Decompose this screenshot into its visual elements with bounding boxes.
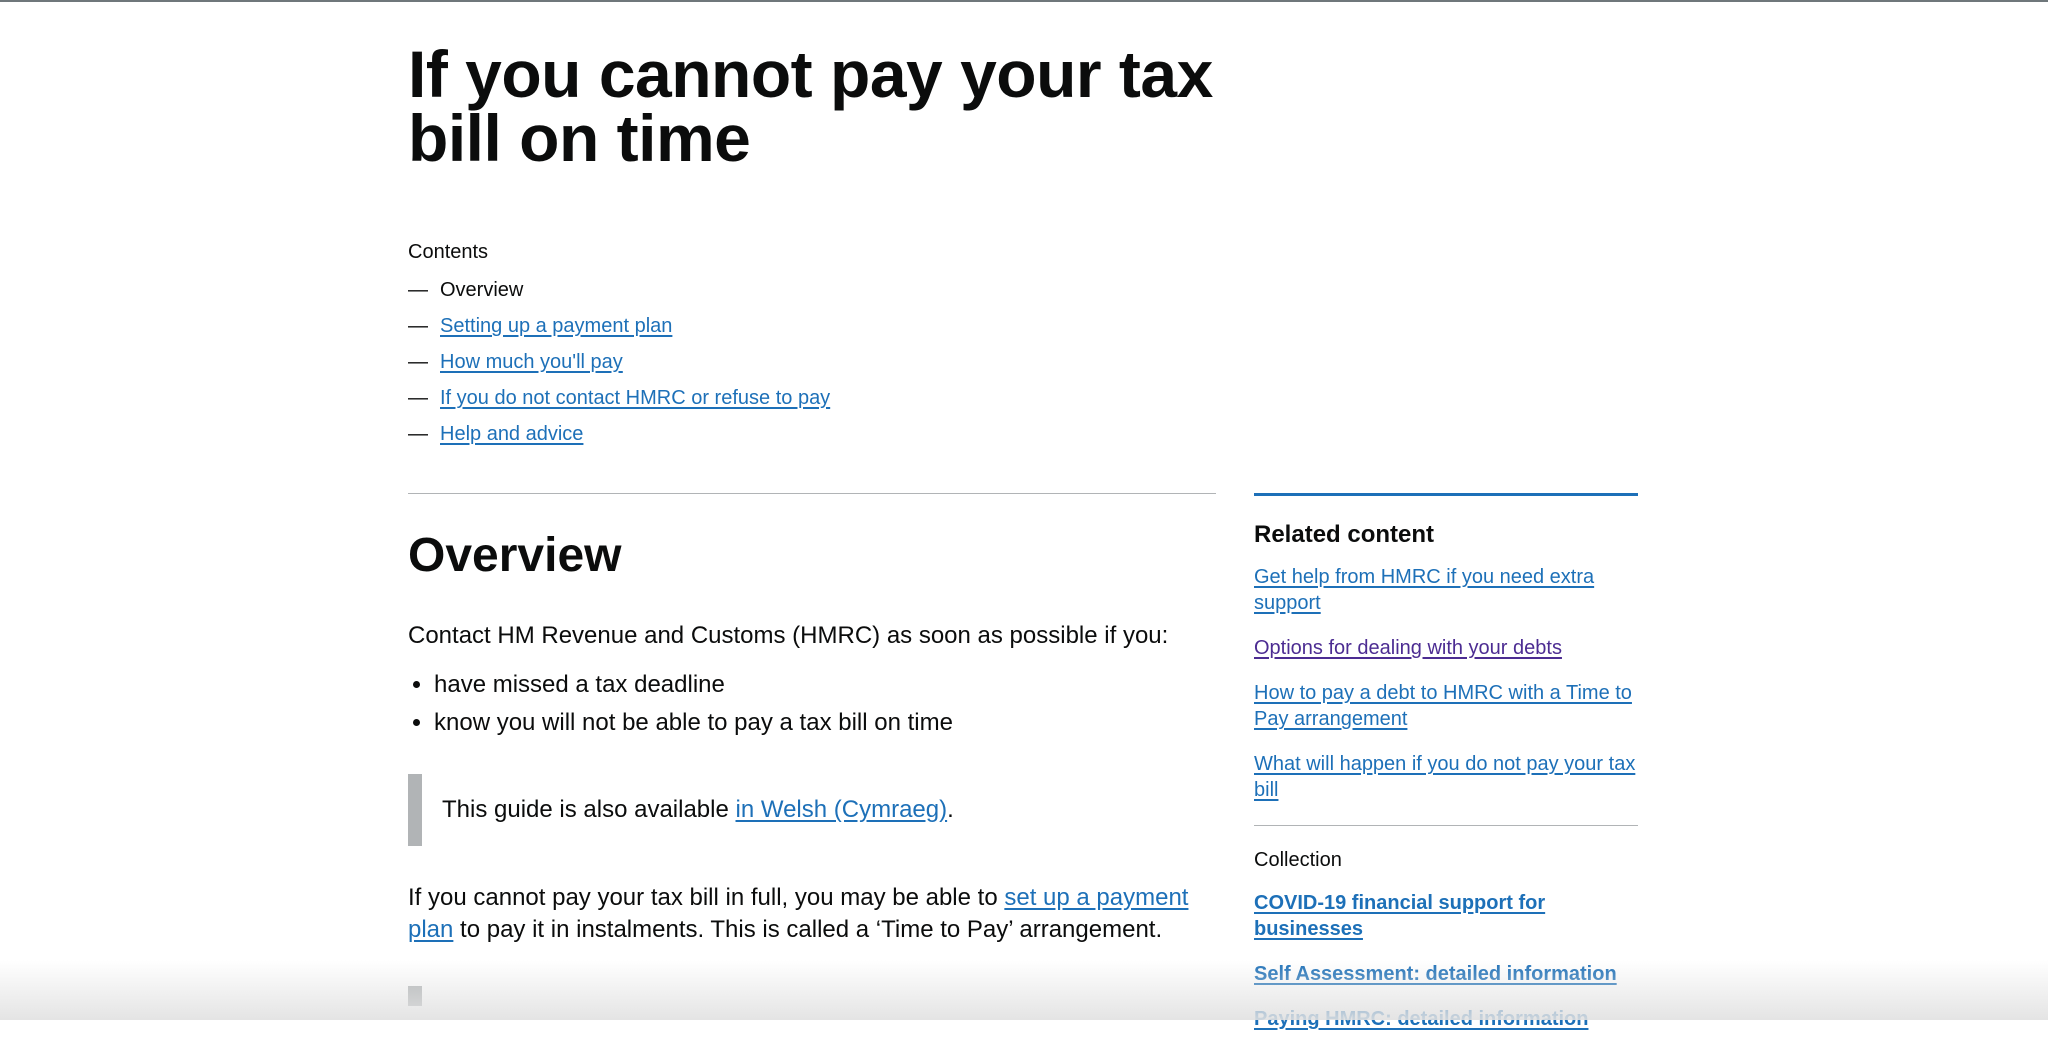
paragraph-text-before: If you cannot pay your tax bill in full,… [408,884,1005,911]
section-heading-overview: Overview [408,529,622,582]
related-content-title: Related content [1254,521,1435,548]
inset-text-before: This guide is also available [442,796,736,823]
contents-item-setting-up-payment-plan: — Setting up a payment plan [408,308,830,344]
payment-plan-paragraph: If you cannot pay your tax bill in full,… [408,882,1228,946]
contents-item-how-much-youll-pay: — How much you'll pay [408,344,830,380]
main-content: Overview Contact HM Revenue and Customs … [408,526,1228,1006]
related-content-sidebar: Related content Get help from HMRC if yo… [1254,493,1638,1051]
inset-border-partial [408,986,422,1006]
related-link-extra-support[interactable]: Get help from HMRC if you need extra sup… [1254,566,1594,614]
contents-nav: Contents — Overview — Setting up a payme… [408,238,830,452]
contents-dash: — [408,279,428,301]
collection-link-self-assessment[interactable]: Self Assessment: detailed information [1254,963,1617,985]
related-item: What will happen if you do not pay your … [1254,751,1638,803]
collection-item: Paying HMRC: detailed information [1254,1006,1638,1032]
inset-text: This guide is also available in Welsh (C… [408,774,1228,846]
lead-paragraph: Contact HM Revenue and Customs (HMRC) as… [408,622,1169,649]
collection-links-list: COVID-19 financial support for businesse… [1254,890,1638,1032]
contents-item-if-you-do-not-contact: — If you do not contact HMRC or refuse t… [408,380,830,416]
related-link-do-not-pay[interactable]: What will happen if you do not pay your … [1254,753,1635,801]
contents-link-how-much-youll-pay[interactable]: How much you'll pay [440,344,623,380]
contents-dash: — [408,351,428,373]
contents-item-overview: — Overview [408,272,830,308]
collection-link-covid-support[interactable]: COVID-19 financial support for businesse… [1254,892,1545,940]
collection-item: Self Assessment: detailed information [1254,961,1638,987]
contents-label: Contents [408,241,489,263]
contents-list: — Overview — Setting up a payment plan —… [408,272,830,452]
contents-dash: — [408,423,428,445]
bullet-list: have missed a tax deadline know you will… [408,666,1228,742]
contents-link-help-and-advice[interactable]: Help and advice [440,416,583,452]
window-top-edge [0,0,2048,2]
related-item: How to pay a debt to HMRC with a Time to… [1254,680,1638,732]
related-link-options-debts[interactable]: Options for dealing with your debts [1254,637,1562,659]
related-item: Get help from HMRC if you need extra sup… [1254,564,1638,616]
collection-item: COVID-19 financial support for businesse… [1254,890,1638,942]
related-item: Options for dealing with your debts [1254,635,1638,661]
contents-link-setting-up-payment-plan[interactable]: Setting up a payment plan [440,308,672,344]
section-divider [408,493,1216,494]
list-item: have missed a tax deadline [434,666,1228,704]
contents-item-label: Overview [440,279,524,301]
welsh-guide-link[interactable]: in Welsh (Cymraeg) [736,796,948,823]
contents-item-help-and-advice: — Help and advice [408,416,830,452]
related-link-time-to-pay[interactable]: How to pay a debt to HMRC with a Time to… [1254,682,1632,730]
page-title: If you cannot pay your tax bill on time [408,37,1213,175]
contents-dash: — [408,315,428,337]
paragraph-text-after: to pay it in instalments. This is called… [453,916,1163,943]
list-item: know you will not be able to pay a tax b… [434,704,1228,742]
sidebar-divider [1254,825,1638,826]
contents-link-if-you-do-not-contact[interactable]: If you do not contact HMRC or refuse to … [440,380,830,416]
contents-dash: — [408,387,428,409]
related-links-list: Get help from HMRC if you need extra sup… [1254,564,1638,803]
collection-title: Collection [1254,849,1342,871]
inset-text-after: . [947,796,954,823]
collection-link-paying-hmrc[interactable]: Paying HMRC: detailed information [1254,1008,1588,1030]
